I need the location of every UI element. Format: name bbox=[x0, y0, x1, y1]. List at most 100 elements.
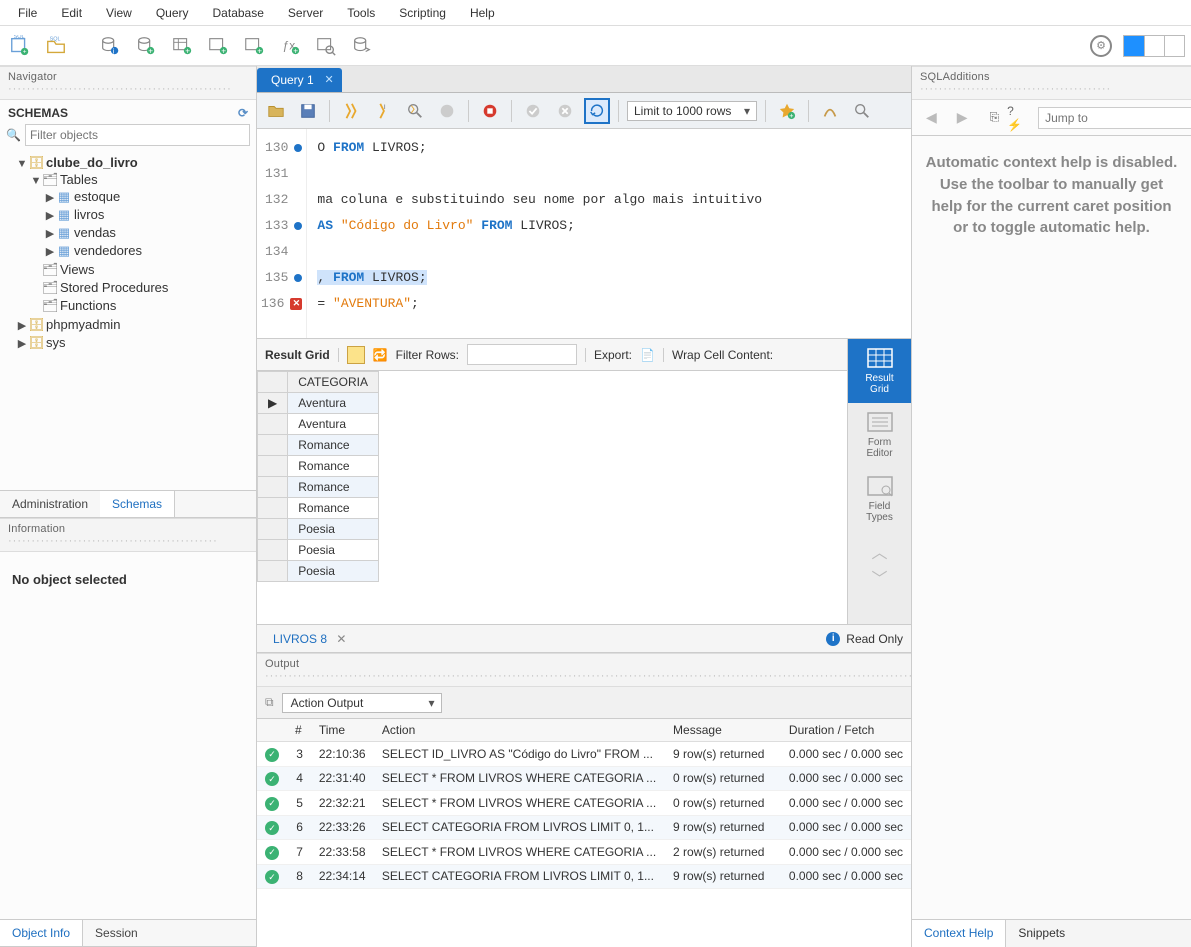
db-add-icon[interactable]: + bbox=[132, 32, 160, 60]
cell[interactable]: Romance bbox=[288, 435, 379, 456]
result-grid[interactable]: CATEGORIA ▶AventuraAventuraRomanceRomanc… bbox=[257, 371, 847, 624]
tab-session[interactable]: Session bbox=[83, 920, 150, 946]
sp-add-icon[interactable]: + bbox=[240, 32, 268, 60]
jump-to-input[interactable] bbox=[1038, 107, 1191, 129]
nav-fwd-icon[interactable]: ▶ bbox=[951, 109, 974, 126]
expand-icon[interactable] bbox=[30, 265, 42, 277]
expand-icon[interactable]: ▶ bbox=[16, 337, 28, 350]
beautify-icon[interactable] bbox=[817, 98, 843, 124]
expand-icon[interactable]: ▶ bbox=[44, 191, 56, 204]
grid-view-icon[interactable] bbox=[347, 346, 365, 364]
output-row[interactable]: ✓422:31:40SELECT * FROM LIVROS WHERE CAT… bbox=[257, 766, 911, 791]
layout-right-icon[interactable] bbox=[1164, 36, 1184, 56]
fn-folder[interactable]: Functions bbox=[60, 298, 116, 313]
sp-folder[interactable]: Stored Procedures bbox=[60, 280, 168, 295]
cell[interactable]: Romance bbox=[288, 456, 379, 477]
vtab-result-grid[interactable]: Result Grid bbox=[848, 339, 912, 403]
help-toggle-icon[interactable]: ?⚡ bbox=[1007, 104, 1022, 132]
expand-icon[interactable] bbox=[30, 283, 42, 295]
cell[interactable]: Poesia bbox=[288, 561, 379, 582]
row-selector[interactable] bbox=[258, 561, 288, 582]
find-icon[interactable] bbox=[849, 98, 875, 124]
table-estoque[interactable]: estoque bbox=[74, 189, 120, 204]
menu-view[interactable]: View bbox=[94, 2, 144, 24]
execute-icon[interactable] bbox=[338, 98, 364, 124]
func-add-icon[interactable]: ƒx+ bbox=[276, 32, 304, 60]
db-clube-do-livro[interactable]: clube_do_livro bbox=[46, 155, 138, 170]
refresh-grid-icon[interactable]: 🔁 bbox=[373, 348, 388, 362]
layout-left-icon[interactable] bbox=[1124, 36, 1144, 56]
tab-context-help[interactable]: Context Help bbox=[912, 920, 1006, 947]
tab-administration[interactable]: Administration bbox=[0, 491, 100, 517]
output-window-icon[interactable]: ⧉ bbox=[265, 695, 274, 710]
table-vendedores[interactable]: vendedores bbox=[74, 243, 142, 258]
output-row[interactable]: ✓522:32:21SELECT * FROM LIVROS WHERE CAT… bbox=[257, 791, 911, 816]
expand-icon[interactable]: ▶ bbox=[44, 245, 56, 258]
db-phpmyadmin[interactable]: phpmyadmin bbox=[46, 317, 120, 332]
row-selector[interactable] bbox=[258, 540, 288, 561]
table-livros[interactable]: livros bbox=[74, 207, 104, 222]
vtab-scroll-down[interactable]: ﹀ bbox=[848, 557, 912, 597]
reconnect-icon[interactable] bbox=[348, 32, 376, 60]
output-row[interactable]: ✓722:33:58SELECT * FROM LIVROS WHERE CAT… bbox=[257, 840, 911, 865]
tab-schemas[interactable]: Schemas bbox=[100, 491, 175, 517]
vtab-field-types[interactable]: Field Types bbox=[848, 467, 912, 531]
tables-folder[interactable]: Tables bbox=[60, 172, 98, 187]
row-selector[interactable] bbox=[258, 519, 288, 540]
expand-icon[interactable]: ▶ bbox=[44, 209, 56, 222]
menu-file[interactable]: File bbox=[6, 2, 49, 24]
cell[interactable]: Aventura bbox=[288, 393, 379, 414]
refresh-schemas-icon[interactable]: ⟳ bbox=[238, 106, 248, 120]
favorite-icon[interactable]: + bbox=[774, 98, 800, 124]
explain-icon[interactable] bbox=[402, 98, 428, 124]
vtab-form-editor[interactable]: Form Editor bbox=[848, 403, 912, 467]
open-file-icon[interactable] bbox=[263, 98, 289, 124]
output-row[interactable]: ✓622:33:26SELECT CATEGORIA FROM LIVROS L… bbox=[257, 815, 911, 840]
layout-toggles[interactable] bbox=[1123, 35, 1185, 57]
cell[interactable]: Poesia bbox=[288, 519, 379, 540]
expand-icon[interactable]: ▼ bbox=[30, 175, 42, 187]
row-selector[interactable] bbox=[258, 498, 288, 519]
query-tab-1[interactable]: Query 1 ✕ bbox=[257, 68, 342, 92]
cell[interactable]: Poesia bbox=[288, 540, 379, 561]
menu-tools[interactable]: Tools bbox=[335, 2, 387, 24]
open-sql-file-icon[interactable]: SQL bbox=[42, 32, 70, 60]
row-selector[interactable] bbox=[258, 435, 288, 456]
table-add-icon[interactable]: + bbox=[168, 32, 196, 60]
menu-server[interactable]: Server bbox=[276, 2, 335, 24]
autocommit-toggle-icon[interactable] bbox=[584, 98, 610, 124]
layout-bottom-icon[interactable] bbox=[1144, 36, 1164, 56]
column-header[interactable]: CATEGORIA bbox=[288, 372, 379, 393]
expand-icon[interactable]: ▼ bbox=[16, 158, 28, 170]
expand-icon[interactable] bbox=[30, 301, 42, 313]
cell[interactable]: Romance bbox=[288, 477, 379, 498]
menu-edit[interactable]: Edit bbox=[49, 2, 94, 24]
search-table-icon[interactable] bbox=[312, 32, 340, 60]
table-vendas[interactable]: vendas bbox=[74, 225, 116, 240]
cell[interactable]: Aventura bbox=[288, 414, 379, 435]
export-icon[interactable]: 📄 bbox=[640, 348, 655, 362]
expand-icon[interactable]: ▶ bbox=[44, 227, 56, 240]
sql-editor[interactable]: 130131132133134135136✕ O FROM LIVROS;ma … bbox=[257, 129, 911, 339]
tab-snippets[interactable]: Snippets bbox=[1006, 920, 1077, 947]
nav-back-icon[interactable]: ◀ bbox=[920, 109, 943, 126]
output-row[interactable]: ✓322:10:36SELECT ID_LIVRO AS "Código do … bbox=[257, 742, 911, 767]
close-result-tab-icon[interactable]: ✕ bbox=[336, 632, 346, 646]
save-icon[interactable] bbox=[295, 98, 321, 124]
menu-scripting[interactable]: Scripting bbox=[387, 2, 458, 24]
db-inspector-icon[interactable]: i bbox=[96, 32, 124, 60]
expand-icon[interactable]: ▶ bbox=[16, 319, 28, 332]
cell[interactable]: Romance bbox=[288, 498, 379, 519]
result-tab-livros8[interactable]: LIVROS 8 ✕ bbox=[265, 628, 354, 650]
close-tab-icon[interactable]: ✕ bbox=[324, 73, 333, 86]
schema-tree[interactable]: ▼🗄clube_do_livro ▼🗂Tables ▶▦estoque▶▦liv… bbox=[0, 152, 256, 490]
menu-query[interactable]: Query bbox=[144, 2, 201, 24]
row-selector[interactable] bbox=[258, 414, 288, 435]
jump-icon[interactable]: ⎘ bbox=[990, 110, 1000, 125]
view-add-icon[interactable]: + bbox=[204, 32, 232, 60]
row-selector[interactable] bbox=[258, 477, 288, 498]
filter-rows-input[interactable] bbox=[467, 344, 577, 365]
settings-gear-icon[interactable]: ⚙ bbox=[1087, 32, 1115, 60]
output-type-select[interactable]: Action Output bbox=[282, 693, 442, 713]
db-sys[interactable]: sys bbox=[46, 335, 66, 350]
